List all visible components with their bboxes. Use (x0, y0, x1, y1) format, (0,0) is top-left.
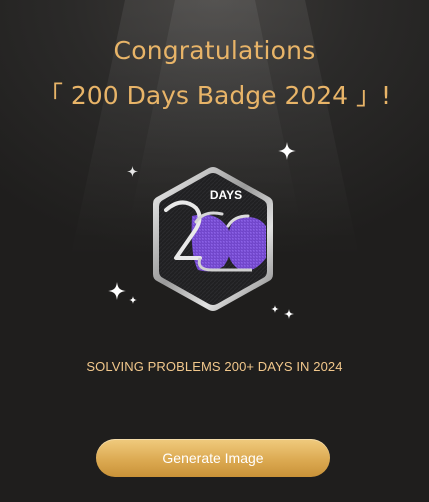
sparkle-icon (278, 142, 296, 160)
generate-image-button[interactable]: Generate Image (96, 439, 330, 477)
badge-congratulations-dialog: Congratulations 「 200 Days Badge 2024 」! (0, 0, 429, 502)
badge-name-title: 「 200 Days Badge 2024 」! (37, 81, 392, 110)
congratulations-title: Congratulations (113, 36, 316, 65)
sparkle-icon (108, 282, 126, 300)
badge-description: SOLVING PROBLEMS 200+ DAYS IN 2024 (86, 359, 343, 374)
200-days-badge-icon: DAYS (153, 167, 273, 311)
sparkle-icon (129, 296, 137, 304)
sparkle-icon (127, 166, 138, 177)
badge-days-label: DAYS (210, 188, 242, 202)
sparkle-icon (284, 309, 294, 319)
